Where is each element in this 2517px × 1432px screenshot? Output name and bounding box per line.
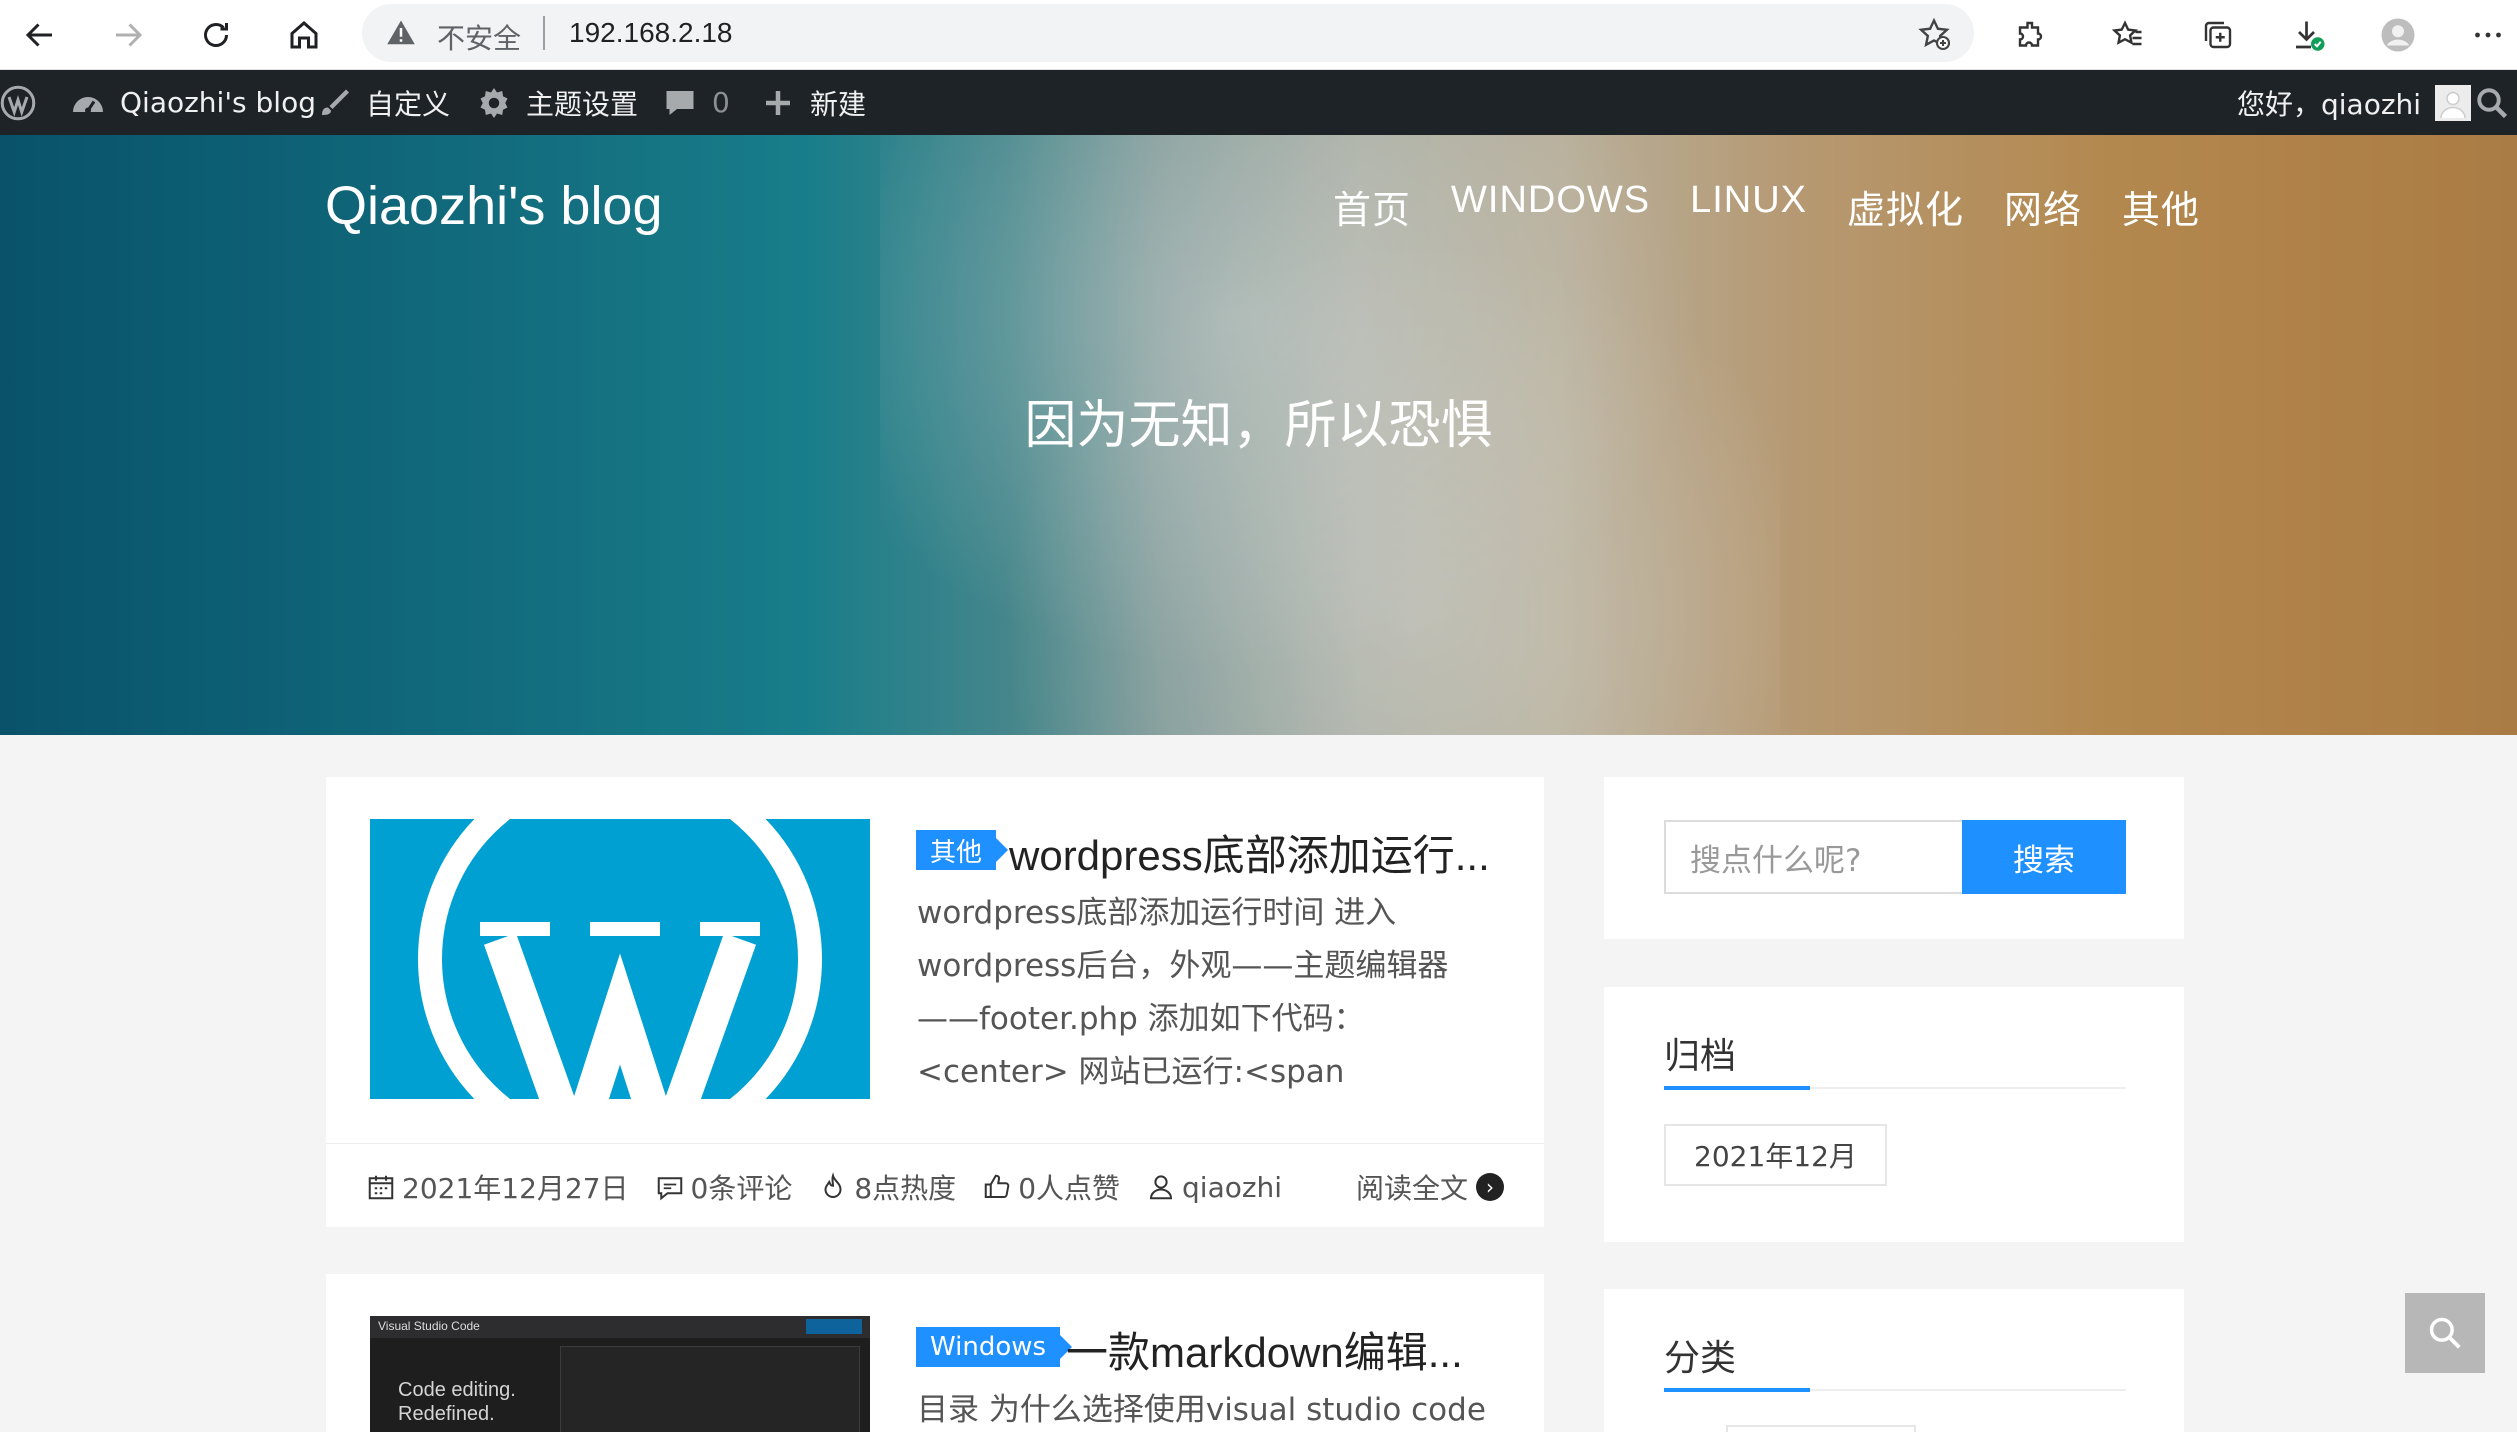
- vscode-download-button: [806, 1319, 862, 1334]
- post-date-text: 2021年12月27日: [402, 1172, 629, 1205]
- admin-search-icon[interactable]: [2474, 70, 2510, 135]
- vscode-brand: Visual Studio Code: [378, 1319, 480, 1333]
- wordpress-logo-icon: [418, 819, 822, 1099]
- browser-toolbar: 不安全 192.168.2.18: [0, 0, 2517, 70]
- floating-search-button[interactable]: [2405, 1293, 2485, 1373]
- admin-customize-link[interactable]: 自定义: [316, 70, 450, 135]
- post-views-text: 8点热度: [854, 1172, 957, 1205]
- nav-item-virtualization[interactable]: 虚拟化: [1847, 179, 1964, 234]
- url-text[interactable]: 192.168.2.18: [569, 17, 733, 49]
- warning-icon[interactable]: [386, 18, 416, 48]
- dashboard-icon: [73, 96, 103, 113]
- vscode-editor-preview: [560, 1346, 860, 1432]
- admin-new-link[interactable]: 新建: [760, 70, 866, 135]
- admin-avatar: [2435, 84, 2472, 121]
- downloads-icon[interactable]: [2284, 11, 2332, 59]
- admin-greeting: 您好，qiaozhi: [2237, 87, 2422, 121]
- post-title[interactable]: wordpress底部添加运行...: [1009, 822, 1490, 883]
- archive-item[interactable]: 2021年12月: [1664, 1124, 1887, 1186]
- heading-accent: [1664, 1086, 1810, 1090]
- vscode-headline-2: Redefined.: [398, 1403, 495, 1425]
- read-more-label: 阅读全文: [1355, 1172, 1468, 1205]
- post-comments[interactable]: 0条评论: [655, 1167, 793, 1207]
- site-tagline: 因为无知，所以恐惧: [1024, 396, 1493, 456]
- arrow-right-icon: ›: [1476, 1173, 1504, 1201]
- post-divider: [326, 1143, 1544, 1144]
- admin-theme-settings-link[interactable]: 主题设置: [476, 70, 638, 135]
- post-title[interactable]: 一款markdown编辑...: [1066, 1319, 1463, 1380]
- nav-item-windows[interactable]: WINDOWS: [1451, 179, 1650, 234]
- admin-comments-link[interactable]: 0: [662, 70, 730, 135]
- post-views: 8点热度: [818, 1167, 956, 1207]
- security-label[interactable]: 不安全: [437, 17, 521, 57]
- gear-icon: [480, 87, 508, 118]
- post-likes-text: 0人点赞: [1018, 1172, 1121, 1205]
- site-title[interactable]: Qiaozhi's blog: [325, 175, 663, 237]
- user-icon: [1150, 1175, 1173, 1200]
- comment-icon: [666, 90, 694, 115]
- admin-customize-label: 自定义: [366, 87, 451, 121]
- post-excerpt: wordpress底部添加运行时间 进入wordpress后台，外观——主题编辑…: [917, 895, 1449, 1090]
- sidebar-search-widget: 搜点什么呢? 搜索: [1604, 777, 2184, 939]
- more-menu-icon[interactable]: [2464, 11, 2512, 59]
- nav-item-network[interactable]: 网络: [2004, 179, 2082, 234]
- nav-item-home[interactable]: 首页: [1333, 179, 1411, 234]
- extensions-icon[interactable]: [2008, 11, 2056, 59]
- vscode-headline-1: Code editing.: [398, 1379, 516, 1401]
- archive-heading: 归档: [1664, 1036, 1737, 1077]
- plus-icon: [766, 90, 790, 115]
- comment-icon: [657, 1177, 682, 1201]
- add-favorite-icon[interactable]: [1916, 16, 1952, 52]
- profile-avatar-icon[interactable]: [2374, 11, 2422, 59]
- admin-site-link[interactable]: Qiaozhi's blog: [70, 70, 316, 135]
- post-likes[interactable]: 0人点赞: [982, 1167, 1120, 1207]
- vscode-headline: Code editing. Redefined.: [398, 1378, 516, 1426]
- post-category-badge[interactable]: Windows: [916, 1327, 1073, 1367]
- search-button[interactable]: 搜索: [1962, 820, 2126, 894]
- post-category-badge[interactable]: 其他: [916, 830, 1009, 870]
- search-input[interactable]: 搜点什么呢?: [1664, 820, 1966, 894]
- back-icon[interactable]: [16, 11, 64, 59]
- post-thumbnail[interactable]: Visual Studio Code Code editing. Redefin…: [370, 1316, 870, 1432]
- post-card: 其他 wordpress底部添加运行... wordpress底部添加运行时间 …: [326, 777, 1544, 1227]
- calendar-icon: [368, 1175, 394, 1200]
- admin-new-label: 新建: [810, 87, 867, 121]
- hero-banner: Qiaozhi's blog 首页 WINDOWS LINUX 虚拟化 网络 其…: [0, 135, 2517, 735]
- admin-site-name: Qiaozhi's blog: [120, 86, 316, 119]
- address-bar[interactable]: 不安全 192.168.2.18: [362, 4, 1974, 62]
- home-icon[interactable]: [280, 11, 328, 59]
- post-meta: 2021年12月27日 0条评论 8点热度 0人点赞 qiaozhi: [366, 1167, 1282, 1207]
- nav-item-other[interactable]: 其他: [2122, 179, 2200, 234]
- wp-admin-bar: Qiaozhi's blog 自定义 主题设置 0 新建 您好，qiaozhi: [0, 70, 2517, 135]
- post-author[interactable]: qiaozhi: [1146, 1171, 1282, 1204]
- refresh-icon[interactable]: [192, 11, 240, 59]
- collections-icon[interactable]: [2194, 11, 2242, 59]
- flame-icon: [824, 1172, 842, 1198]
- sidebar-archive-widget: 归档 2021年12月: [1604, 987, 2184, 1242]
- main-nav: 首页 WINDOWS LINUX 虚拟化 网络 其他: [1333, 179, 2200, 234]
- post-thumbnail[interactable]: [370, 819, 870, 1099]
- wordpress-logo-icon[interactable]: [0, 70, 36, 135]
- admin-comments-count: 0: [712, 86, 730, 119]
- category-item[interactable]: [1726, 1425, 1916, 1432]
- post-comments-text: 0条评论: [690, 1172, 793, 1205]
- search-icon: [2429, 1317, 2461, 1349]
- post-date: 2021年12月27日: [366, 1167, 629, 1207]
- heading-accent: [1664, 1388, 1810, 1392]
- address-separator: [543, 16, 545, 50]
- thumbs-up-icon: [984, 1174, 1010, 1198]
- nav-item-linux[interactable]: LINUX: [1690, 179, 1807, 234]
- favorites-icon[interactable]: [2104, 11, 2152, 59]
- read-more-link[interactable]: 阅读全文 ›: [1356, 1167, 1504, 1207]
- post-excerpt: 目录 为什么选择使用visual studio code: [917, 1392, 1486, 1428]
- admin-account-link[interactable]: 您好，qiaozhi: [2237, 70, 2472, 135]
- category-heading: 分类: [1664, 1338, 1737, 1379]
- post-author-text: qiaozhi: [1182, 1170, 1283, 1204]
- brush-icon: [322, 89, 349, 115]
- forward-icon[interactable]: [104, 11, 152, 59]
- post-card: Visual Studio Code Code editing. Redefin…: [326, 1274, 1544, 1432]
- sidebar-category-widget: 分类: [1604, 1289, 2184, 1432]
- admin-theme-settings-label: 主题设置: [526, 87, 639, 121]
